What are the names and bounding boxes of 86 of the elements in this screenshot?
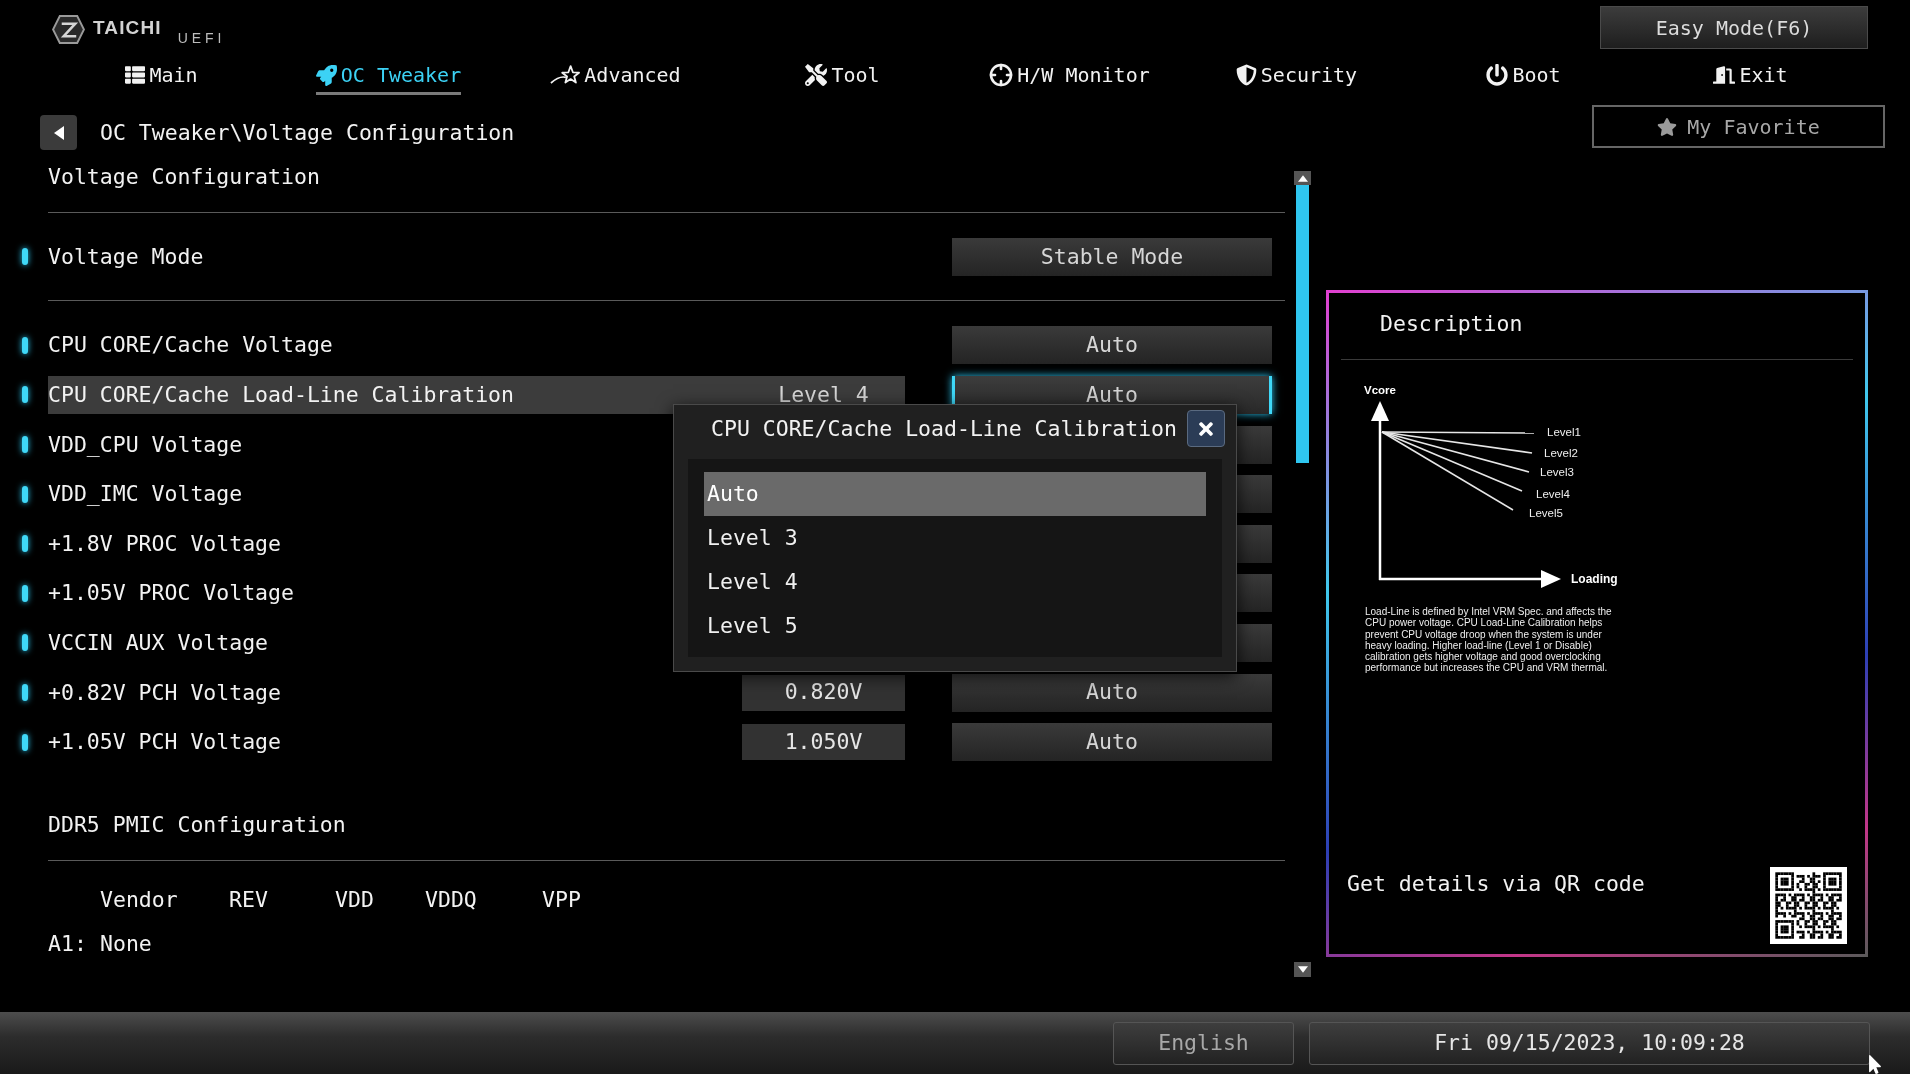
nav-tab[interactable]: Boot xyxy=(1486,55,1561,95)
caret-left-icon xyxy=(53,125,64,140)
line-label: Level3 xyxy=(1540,466,1574,478)
shooting-star-icon xyxy=(550,64,581,86)
row-marker-icon xyxy=(22,584,28,602)
column-header: VDDQ xyxy=(425,886,477,912)
description-text: Load-Line is defined by Intel VRM Spec. and affects the CPU power voltage. CPU Load-Line Calibration helps prevent CPU voltage droop when the system is under heavy loading. Higher load-line (Level 1 or Disable) calibration gets higher voltage and good overclocking performance but increases the CPU and VRM thermal. xyxy=(1365,606,1613,674)
star-icon xyxy=(1657,116,1678,137)
shield-icon xyxy=(1235,64,1257,86)
nav-tab[interactable]: Tool xyxy=(805,55,880,95)
row-marker-icon xyxy=(22,485,28,503)
option-item[interactable]: Level 3 xyxy=(704,516,1206,560)
easy-mode-button[interactable]: Easy Mode(F6) xyxy=(1600,6,1868,49)
option-field[interactable]: Stable Mode xyxy=(952,237,1272,276)
axis-label: Loading xyxy=(1571,572,1618,586)
scroll-up-button[interactable] xyxy=(1294,171,1311,185)
option-item[interactable]: Level 4 xyxy=(704,560,1206,604)
row-marker-icon xyxy=(22,386,28,404)
setting-label: CPU CORE/Cache Load-Line Calibration xyxy=(48,381,514,409)
column-header: Vendor xyxy=(100,886,178,912)
setting-label: +1.8V PROC Voltage xyxy=(48,529,281,558)
crosshair-icon xyxy=(989,63,1014,87)
row-marker-icon xyxy=(22,535,28,553)
option-item[interactable]: Level 5 xyxy=(704,604,1206,648)
caret-down-icon xyxy=(1297,966,1308,973)
row-marker-icon xyxy=(22,634,28,652)
section-title: Voltage Configuration xyxy=(48,162,320,191)
setting-label: VCCIN AUX Voltage xyxy=(48,628,269,657)
hexagon-logo-icon xyxy=(52,15,85,44)
slot-label: A1: xyxy=(48,930,87,956)
option-field[interactable]: Auto xyxy=(952,723,1272,762)
product-label: UEFI xyxy=(177,31,226,45)
setting-label: +0.82V PCH Voltage xyxy=(48,678,281,707)
my-favorite-button[interactable]: My Favorite xyxy=(1592,105,1885,148)
power-icon xyxy=(1486,64,1509,86)
nav-tab[interactable]: Exit xyxy=(1713,55,1788,95)
setting-label: +1.05V PROC Voltage xyxy=(48,579,294,608)
row-marker-icon xyxy=(22,733,28,751)
list-icon xyxy=(125,65,146,85)
brand-logo-text: TAICHI xyxy=(93,18,162,37)
line-label: Level5 xyxy=(1529,507,1563,519)
setting-value: Level 4 xyxy=(777,380,870,409)
back-button[interactable] xyxy=(40,115,77,150)
language-button[interactable]: English xyxy=(1113,1022,1294,1065)
section-title: DDR5 PMIC Configuration xyxy=(48,810,346,839)
door-icon xyxy=(1713,64,1736,86)
option-item[interactable]: Auto xyxy=(704,472,1206,516)
line-label: Level4 xyxy=(1536,488,1570,500)
row-marker-icon xyxy=(22,248,28,266)
qr-code-icon xyxy=(1770,867,1847,944)
setting-value: 0.820V xyxy=(742,674,905,711)
nav-tab[interactable]: OC Tweaker xyxy=(315,55,462,95)
scrollbar-thumb[interactable] xyxy=(1296,185,1309,463)
scroll-down-button[interactable] xyxy=(1294,962,1311,977)
axis-label: Vcore xyxy=(1364,384,1396,396)
row-marker-icon xyxy=(22,684,28,702)
setting-label: VDD_IMC Voltage xyxy=(48,480,243,509)
option-field[interactable]: Auto xyxy=(952,326,1272,365)
caret-up-icon xyxy=(1297,174,1308,182)
popup-title: CPU CORE/Cache Load-Line Calibration xyxy=(711,414,1177,443)
line-label: Level1 xyxy=(1547,426,1581,438)
setting-label: CPU CORE/Cache Voltage xyxy=(48,331,333,360)
setting-label: VDD_CPU Voltage xyxy=(48,430,243,459)
line-label: Level2 xyxy=(1544,447,1578,459)
row-marker-icon xyxy=(22,336,28,354)
tools-icon xyxy=(805,64,828,86)
rocket-icon xyxy=(315,64,337,86)
row-marker-icon xyxy=(22,436,28,454)
column-header: REV xyxy=(229,886,268,912)
nav-tab[interactable]: Main xyxy=(125,55,198,95)
nav-tab[interactable]: H/W Monitor xyxy=(989,55,1150,95)
column-header: VPP xyxy=(542,886,581,912)
breadcrumb: OC Tweaker\Voltage Configuration xyxy=(100,119,515,147)
nav-tab[interactable]: Security xyxy=(1235,55,1358,95)
table-cell: None xyxy=(100,930,152,956)
setting-label: Voltage Mode xyxy=(48,242,204,271)
panel-title: Description xyxy=(1380,309,1523,338)
column-header: VDD xyxy=(335,886,374,912)
option-field[interactable]: Auto xyxy=(952,673,1272,712)
cursor-icon xyxy=(1868,1055,1882,1074)
close-button[interactable] xyxy=(1187,410,1225,447)
setting-label: +1.05V PCH Voltage xyxy=(48,728,281,757)
date-time-display: Fri 09/15/2023, 10:09:28 xyxy=(1309,1022,1870,1065)
setting-value: 1.050V xyxy=(742,724,905,761)
nav-tab[interactable]: Advanced xyxy=(550,55,681,95)
qr-caption: Get details via QR code xyxy=(1347,870,1645,898)
